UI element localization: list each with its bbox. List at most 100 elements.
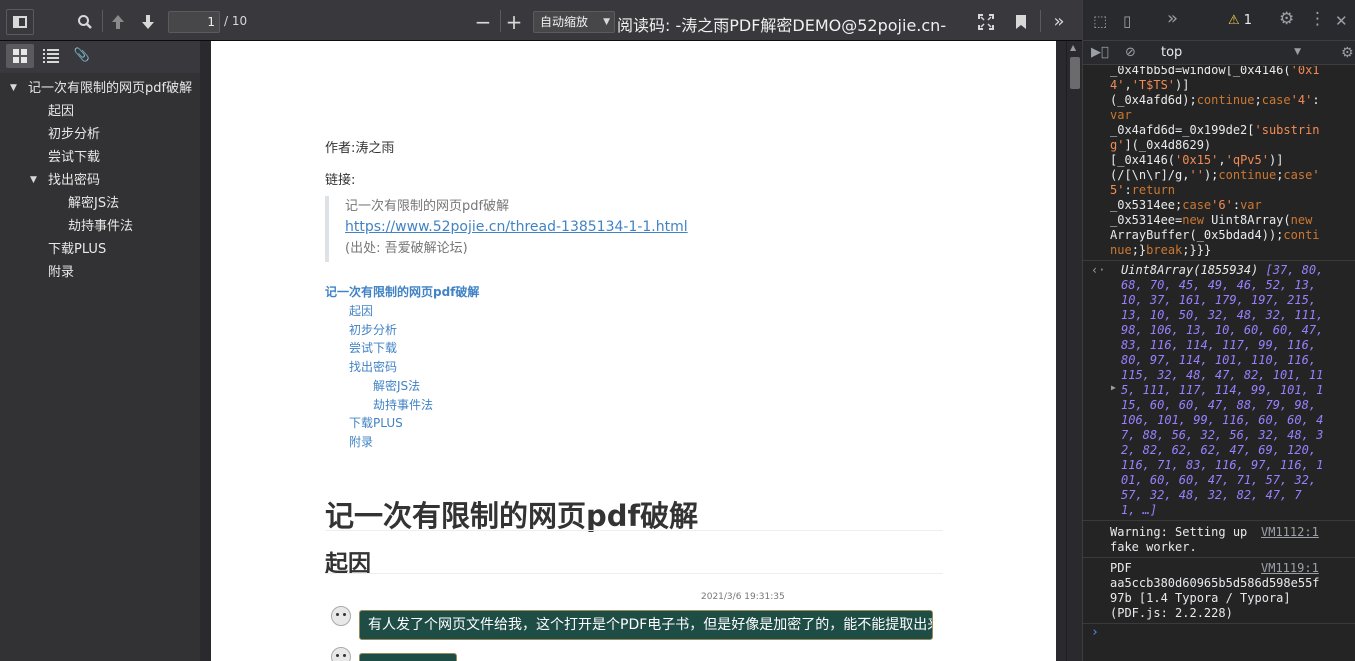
expand-triangle-icon[interactable]: ▶ bbox=[1111, 383, 1116, 392]
expand-triangle-icon[interactable]: ▼ bbox=[30, 169, 37, 192]
source-link[interactable]: VM1112:1 bbox=[1261, 525, 1319, 540]
message-divider bbox=[1083, 260, 1355, 261]
arrow-down-icon bbox=[142, 15, 154, 29]
console-prompt[interactable]: › bbox=[1091, 625, 1099, 640]
toc-link[interactable]: 起因 bbox=[349, 302, 373, 319]
thumbnail-view-button[interactable] bbox=[6, 44, 34, 68]
device-toolbar-icon[interactable]: ▯ bbox=[1123, 12, 1131, 30]
gear-icon[interactable]: ⚙ bbox=[1279, 10, 1294, 28]
page-number-input[interactable]: 1 bbox=[168, 11, 220, 33]
array-line: 98, 106, 13, 10, 60, 60, 47, bbox=[1121, 323, 1324, 337]
chevron-down-icon: ▼ bbox=[1294, 47, 1301, 57]
zoom-value: 自动缩放 bbox=[540, 15, 589, 29]
kebab-menu-icon[interactable]: ⋮ bbox=[1309, 10, 1326, 28]
fullscreen-icon bbox=[978, 14, 994, 30]
sidebar-toggle-button[interactable] bbox=[6, 9, 34, 35]
code-line: _0x5314ee;case'6':var bbox=[1110, 198, 1262, 212]
double-chevron-right-icon: » bbox=[1053, 11, 1065, 32]
code-line: g'](_0x4d8629) bbox=[1110, 138, 1212, 152]
previous-page-button[interactable] bbox=[105, 9, 131, 35]
outline-item[interactable]: 劫持事件法 bbox=[0, 215, 200, 238]
close-icon[interactable]: ✕ bbox=[1335, 12, 1348, 30]
array-line: 57, 32, 48, 32, 82, 47, 7 bbox=[1121, 488, 1302, 502]
pdf-viewer-container[interactable]: 作者:涛之雨 链接: 记一次有限制的网页pdf破解 https://www.52… bbox=[200, 41, 1066, 661]
attachments-view-button[interactable]: 📎 bbox=[68, 44, 96, 68]
sidebar-panel-icon[interactable]: ▶⃞ bbox=[1091, 44, 1109, 62]
source-link[interactable]: VM1119:1 bbox=[1261, 561, 1319, 576]
inspect-element-icon[interactable]: ⬚ bbox=[1093, 12, 1107, 30]
outline-item[interactable]: 初步分析 bbox=[0, 123, 200, 146]
array-line: 116, 71, 83, 116, 97, 116, 1 bbox=[1121, 458, 1324, 472]
outline-item[interactable]: ▼ 记一次有限制的网页pdf破解 bbox=[0, 77, 200, 100]
toc-link[interactable]: 劫持事件法 bbox=[373, 396, 433, 413]
zoom-select[interactable]: 自动缩放 ▼ bbox=[533, 11, 615, 33]
outline-item[interactable]: 下载PLUS bbox=[0, 238, 200, 261]
scroll-thumb[interactable] bbox=[1070, 57, 1080, 89]
array-head[interactable]: Uint8Array(1855934) [37, 80, bbox=[1121, 263, 1323, 278]
warning-message: fake worker. bbox=[1110, 540, 1197, 554]
message-divider bbox=[1083, 520, 1355, 521]
clear-console-icon[interactable]: ⊘ bbox=[1125, 44, 1136, 62]
zoom-in-button[interactable]: + bbox=[501, 9, 527, 35]
heading-divider bbox=[325, 530, 943, 531]
outline-view-button[interactable] bbox=[37, 44, 65, 68]
presentation-mode-button[interactable] bbox=[973, 9, 999, 35]
document-outline: ▼ 记一次有限制的网页pdf破解 起因 初步分析 尝试下载 ▼ 找出密码 解密JS法… bbox=[0, 77, 200, 284]
bookmark-button[interactable] bbox=[1008, 9, 1034, 35]
array-line: 01, 60, 60, 47, 71, 57, 32, bbox=[1121, 473, 1317, 487]
outline-item[interactable]: 尝试下载 bbox=[0, 146, 200, 169]
console-output: _0x4fbb5d=window[_0x4146('0x1 4','T$TS')… bbox=[1083, 66, 1355, 661]
chat-message bbox=[359, 653, 457, 661]
expand-triangle-icon[interactable]: ▼ bbox=[10, 77, 17, 100]
sidebar-icon bbox=[13, 16, 27, 28]
scroll-up-arrow-icon[interactable]: ▲ bbox=[1070, 43, 1076, 52]
toolbar-separator bbox=[102, 10, 103, 32]
pdf-sidebar: 📎 ▼ 记一次有限制的网页pdf破解 起因 初步分析 尝试下载 ▼ 找出密码 解密J… bbox=[0, 41, 200, 661]
code-line: _0x4fbb5d=window[_0x4146('0x1 bbox=[1110, 66, 1320, 77]
document-title: 阅读码: -涛之雨PDF解密DEMO@52pojie.cn- bbox=[617, 16, 947, 35]
warning-message: Warning: Setting up bbox=[1110, 525, 1248, 539]
warnings-badge[interactable]: ⚠ 1 bbox=[1228, 12, 1252, 30]
array-line: 2, 82, 62, 62, 47, 69, 120, bbox=[1121, 443, 1317, 457]
toc-link[interactable]: 尝试下载 bbox=[349, 339, 397, 356]
outline-item[interactable]: ▼ 找出密码 bbox=[0, 169, 200, 192]
array-line: 1, …] bbox=[1121, 503, 1158, 517]
toc-link[interactable]: 解密JS法 bbox=[373, 377, 420, 394]
gear-icon[interactable]: ⚙ bbox=[1341, 44, 1354, 62]
log-message: (PDF.js: 2.2.228) bbox=[1110, 606, 1233, 620]
array-line: 5, 111, 117, 114, 99, 101, 1 bbox=[1121, 383, 1324, 397]
link-label: 链接: bbox=[325, 173, 356, 188]
array-line: 68, 70, 45, 49, 46, 52, 13, bbox=[1121, 278, 1317, 292]
toc-link[interactable]: 附录 bbox=[349, 433, 373, 450]
toc-link[interactable]: 找出密码 bbox=[349, 358, 397, 375]
toc-link[interactable]: 下载PLUS bbox=[349, 414, 403, 431]
search-button[interactable] bbox=[72, 9, 98, 35]
toc-link[interactable]: 初步分析 bbox=[349, 321, 397, 338]
array-line: 15, 60, 60, 47, 88, 79, 98, bbox=[1121, 398, 1317, 412]
array-line: 80, 97, 114, 101, 110, 116, bbox=[1121, 353, 1317, 367]
bookmark-icon bbox=[1016, 15, 1026, 29]
pdf-scrollbar[interactable]: ▲ bbox=[1066, 41, 1082, 661]
next-page-button[interactable] bbox=[135, 9, 161, 35]
outline-item[interactable]: 解密JS法 bbox=[0, 192, 200, 215]
array-line: 7, 88, 56, 32, 56, 32, 48, 3 bbox=[1121, 428, 1324, 442]
outline-item[interactable]: 起因 bbox=[0, 100, 200, 123]
pdf-toolbar: 1 / 10 − + 自动缩放 ▼ 阅读码: -涛之雨PDF解密DEMO@52po… bbox=[0, 0, 1082, 41]
outline-item[interactable]: 附录 bbox=[0, 261, 200, 284]
author-line: 作者:涛之雨 bbox=[325, 141, 395, 156]
zoom-out-button[interactable]: − bbox=[470, 9, 496, 35]
context-select[interactable]: top ▼ bbox=[1155, 43, 1305, 62]
search-icon bbox=[78, 15, 92, 29]
devtools-toolbar: ⬚ ▯ » ⚠ 1 ⚙ ⋮ ✕ bbox=[1083, 0, 1355, 41]
warning-icon: ⚠ bbox=[1228, 13, 1240, 28]
toc-link[interactable]: 记一次有限制的网页pdf破解 bbox=[325, 283, 479, 300]
code-line: [_0x4146('0x15','qPv5')] bbox=[1110, 153, 1284, 167]
more-tabs-icon[interactable]: » bbox=[1167, 10, 1178, 28]
code-line: ArrayBuffer(_0x5bdad4));conti bbox=[1110, 228, 1320, 242]
code-line: _0x5314ee=new Uint8Array(new bbox=[1110, 213, 1313, 227]
quote-link[interactable]: https://www.52pojie.cn/thread-1385134-1-… bbox=[345, 217, 725, 238]
log-message: aa5ccb380d60965b5d586d598e55f bbox=[1110, 576, 1320, 590]
code-line: (/[\n\r]/g,'');continue;case' bbox=[1110, 168, 1320, 182]
tools-button[interactable]: » bbox=[1046, 9, 1072, 35]
array-line: 83, 116, 114, 117, 99, 116, bbox=[1121, 338, 1317, 352]
